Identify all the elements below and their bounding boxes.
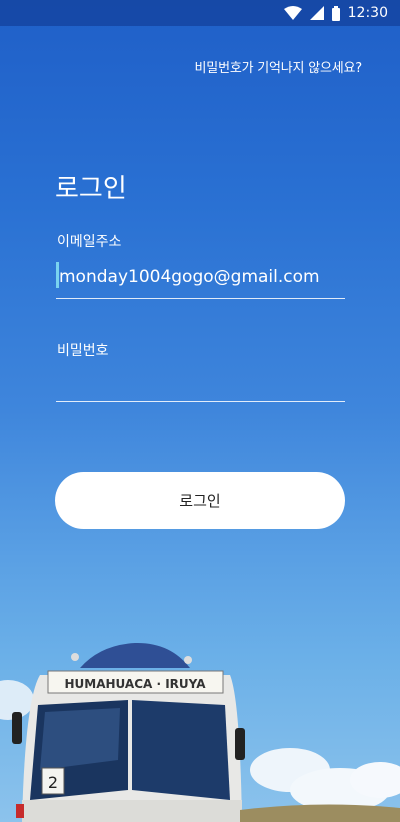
bus-number: 2: [48, 773, 58, 792]
status-bar: 12:30: [0, 0, 400, 26]
wifi-icon: [283, 6, 302, 20]
status-time: 12:30: [347, 5, 388, 21]
cell-signal-icon: [309, 6, 324, 20]
page-title: 로그인: [55, 174, 127, 204]
login-button[interactable]: 로그인: [55, 472, 345, 529]
bus-sign: HUMAHUACA · IRUYA: [64, 677, 206, 691]
password-label: 비밀번호: [57, 343, 109, 359]
battery-icon: [331, 5, 340, 21]
forgot-password-link[interactable]: 비밀번호가 기억나지 않으세요?: [195, 57, 363, 76]
email-label: 이메일주소: [57, 234, 122, 250]
password-field[interactable]: [56, 370, 345, 402]
background-bus-photo: HUMAHUACA · IRUYA 2: [0, 642, 400, 822]
email-field[interactable]: [56, 262, 345, 299]
